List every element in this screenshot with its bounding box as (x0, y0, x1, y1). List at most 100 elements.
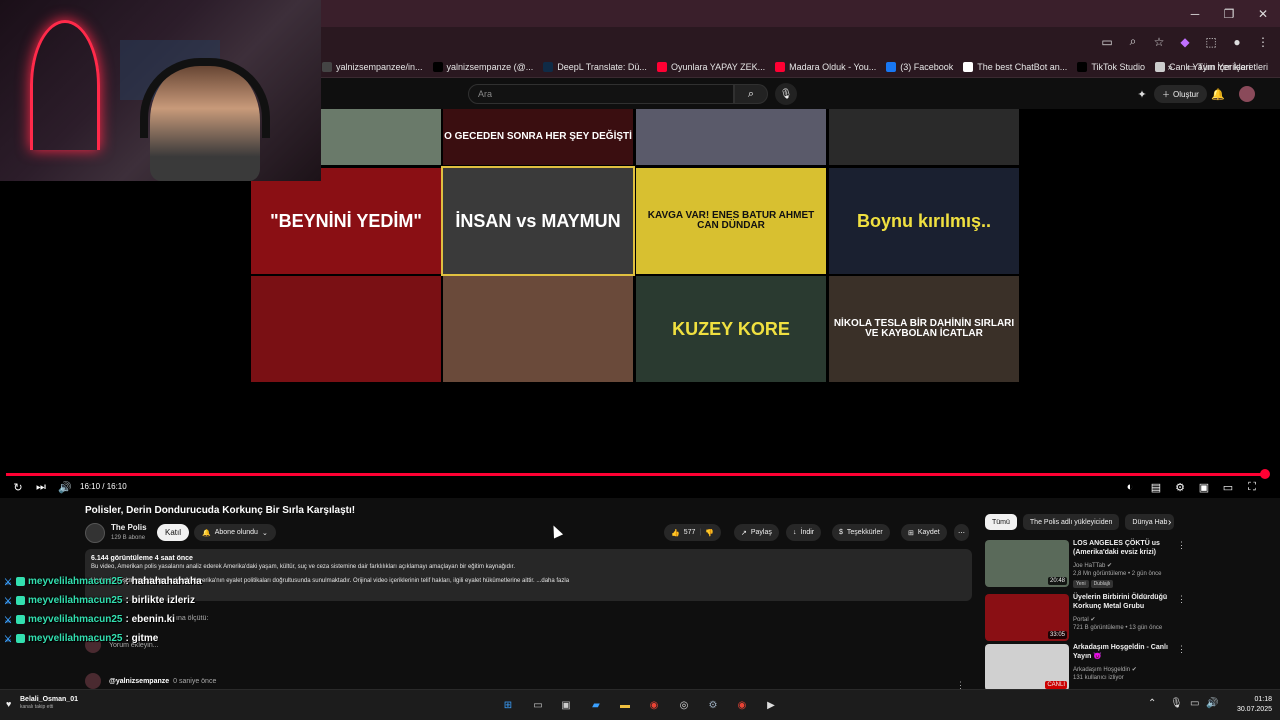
windows-start-icon[interactable]: ⊞ (500, 697, 516, 713)
menu-icon[interactable]: ⋮ (1252, 31, 1274, 53)
chrome-icon[interactable]: ◉ (646, 697, 662, 713)
bookmark-item[interactable]: TikTok Studio (1077, 61, 1145, 72)
end-screen-video-thumbnail[interactable]: O GECEDEN SONRA HER ŞEY DEĞİŞTİ (443, 109, 633, 165)
recommended-video[interactable]: CANLI Arkadaşım Hoşgeldin - Canlı Yayın 😈… (985, 644, 1186, 692)
volume-icon[interactable]: 🔊 (57, 479, 73, 495)
cast-icon[interactable]: ▭ (1096, 31, 1118, 53)
end-screen-video-thumbnail[interactable] (636, 109, 826, 165)
more-actions-button[interactable]: ⋯ (954, 524, 969, 541)
filter-chip[interactable]: Tümü (985, 514, 1017, 530)
minimize-icon[interactable]: ─ (1178, 0, 1212, 27)
bookmark-item[interactable]: DeepL Translate: Dü... (543, 61, 647, 72)
restore-icon[interactable]: ❐ (1212, 0, 1246, 27)
end-screen-video-thumbnail[interactable]: NİKOLA TESLA BİR DAHİNİN SIRLARI VE KAYB… (829, 276, 1019, 382)
bookmark-item[interactable]: yalnizsempanzee/in... (322, 61, 423, 72)
video-thumbnail[interactable]: 33:05 (985, 594, 1069, 641)
tray-expand-icon[interactable]: ⌃ (1148, 698, 1156, 709)
obs-icon[interactable]: ◎ (676, 697, 692, 713)
end-screen-video-thumbnail[interactable]: KAVGA VAR! ENES BATUR AHMET CAN DÜNDAR (636, 168, 826, 274)
end-screen-video-thumbnail[interactable]: KUZEY KORE (636, 276, 826, 382)
subtitles-icon[interactable]: ▤ (1148, 479, 1164, 495)
channel-name[interactable]: Portal ✔ (1073, 616, 1095, 623)
create-button[interactable]: ＋ Oluştur (1154, 85, 1207, 103)
bell-icon[interactable]: 🔔 (1210, 86, 1226, 102)
thanks-icon: $ (839, 529, 843, 536)
channel-name[interactable]: The Polis (111, 523, 147, 532)
channel-name[interactable]: Arkadaşım Hoşgeldin ✔ (1073, 666, 1137, 673)
bookmark-item[interactable]: Oyunlara YAPAY ZEK... (656, 61, 765, 72)
more-vert-icon[interactable]: ⋮ (1177, 594, 1186, 605)
more-vert-icon[interactable]: ⋮ (1177, 540, 1186, 551)
search-input[interactable]: Ara (468, 84, 734, 104)
thumbnail-text: NİKOLA TESLA BİR DAHİNİN SIRLARI VE KAYB… (833, 317, 1015, 339)
subscribed-button[interactable]: 🔔 Abone olundu ⌄ (194, 524, 276, 541)
extensions-icon[interactable]: ⬚ (1200, 31, 1222, 53)
steam-icon[interactable]: ⚙ (705, 697, 721, 713)
chips-next-icon[interactable]: › (1168, 513, 1171, 531)
comment-user[interactable]: @yalnizsempanze (109, 678, 169, 685)
theater-mode-icon[interactable]: ▭ (1220, 479, 1236, 495)
close-icon[interactable]: ✕ (1246, 0, 1280, 27)
autoplay-toggle-icon[interactable]: ◐ (1122, 479, 1138, 495)
thanks-button[interactable]: $ Teşekkürler (832, 524, 890, 541)
network-icon[interactable]: ▭ (1190, 698, 1199, 709)
profile-icon[interactable]: ● (1226, 31, 1248, 53)
system-clock[interactable]: 01:18 30.07.2025 (1226, 695, 1272, 715)
progress-bar[interactable] (6, 473, 1266, 476)
photos-icon[interactable]: ▰ (588, 697, 604, 713)
video-thumbnail[interactable]: CANLI (985, 644, 1069, 691)
mic-tray-icon[interactable]: 🎙 (1170, 698, 1183, 709)
cast-party-icon[interactable]: ✦ (1134, 86, 1150, 102)
zoom-icon[interactable]: ⌕ (1122, 31, 1144, 53)
widget-app-icon[interactable]: ▣ (558, 697, 574, 713)
video-thumbnail[interactable]: 20:48 (985, 540, 1069, 587)
bookmark-item[interactable]: Madara Olduk - You... (775, 61, 876, 72)
channel-name[interactable]: Joe HaTTab ✔ (1073, 562, 1112, 569)
filter-chip[interactable]: The Polis adlı yükleyiciden (1022, 514, 1120, 530)
speaker-icon[interactable]: 🔊 (1206, 698, 1218, 709)
download-button[interactable]: ↓ İndir (786, 524, 822, 541)
end-screen-video-thumbnail[interactable] (829, 109, 1019, 165)
end-screen-video-thumbnail[interactable] (443, 276, 633, 382)
recommended-video[interactable]: 33:05 Üyelerin Birbirini Öldürdüğü Korkun… (985, 594, 1186, 642)
share-button[interactable]: ↗ Paylaş (734, 524, 779, 541)
extension-purple-icon[interactable]: ◆ (1174, 31, 1196, 53)
video-title[interactable]: LOS ANGELES ÇÖKTÜ us (Amerika'daki evsiz… (1073, 540, 1173, 558)
channel-avatar[interactable] (85, 523, 105, 543)
plus-icon: ＋ (1162, 89, 1170, 99)
next-icon[interactable]: ⏭ (33, 479, 49, 495)
bookmarks-overflow[interactable]: » (1168, 62, 1173, 72)
end-screen-video-thumbnail[interactable] (251, 276, 441, 382)
fullscreen-icon[interactable]: ⛶ (1244, 479, 1260, 495)
media-app-icon[interactable]: ▶ (763, 697, 779, 713)
join-button[interactable]: Katıl (157, 524, 190, 541)
bookmark-item[interactable]: The best ChatBot an... (963, 61, 1067, 72)
search-icon[interactable]: ⌕ (734, 84, 768, 104)
end-screen-video-thumbnail[interactable]: Boynu kırılmış.. (829, 168, 1019, 274)
miniplayer-icon[interactable]: ▣ (1196, 479, 1212, 495)
video-title[interactable]: Üyelerin Birbirini Öldürdüğü Korkunç Met… (1073, 594, 1173, 612)
mic-icon[interactable]: 🎙 (775, 83, 797, 105)
bookmark-item[interactable]: (3) Facebook (886, 61, 954, 72)
more-vert-icon[interactable]: ⋮ (1177, 644, 1186, 655)
bookmark-label: (3) Facebook (900, 61, 954, 72)
like-button[interactable]: 👍 577 | 👎 (664, 524, 721, 541)
bookmark-item[interactable]: yalnizsempanze (@... (432, 61, 533, 72)
save-button[interactable]: ⊞ Kaydet (901, 524, 947, 541)
video-title[interactable]: Arkadaşım Hoşgeldin - Canlı Yayın 😈 (1073, 644, 1173, 662)
end-screen-video-thumbnail[interactable]: "BEYNİNİ YEDİM" (251, 168, 441, 274)
replay-icon[interactable]: ↻ (10, 479, 26, 495)
all-bookmarks[interactable]: ▭ Tüm Yer İşaretleri (1187, 62, 1268, 73)
bell-icon: 🔔 (202, 529, 211, 537)
chrome-active-icon[interactable]: ◉ (734, 697, 750, 713)
description-box[interactable]: 6.144 görüntüleme 4 saat önce Bu video, … (85, 549, 972, 601)
settings-gear-icon[interactable]: ⚙ (1172, 479, 1188, 495)
file-explorer-icon[interactable]: ▬ (617, 697, 633, 713)
bookmark-label: yalnizsempanzee/in... (336, 61, 423, 72)
star-icon[interactable]: ☆ (1148, 31, 1170, 53)
recommended-video[interactable]: 20:48 LOS ANGELES ÇÖKTÜ us (Amerika'daki … (985, 540, 1186, 588)
avatar[interactable] (1239, 86, 1255, 102)
end-screen-video-thumbnail[interactable]: İNSAN vs MAYMUN (441, 166, 635, 276)
bookmark-favicon-icon (432, 61, 443, 72)
task-view-icon[interactable]: ▭ (530, 697, 546, 713)
